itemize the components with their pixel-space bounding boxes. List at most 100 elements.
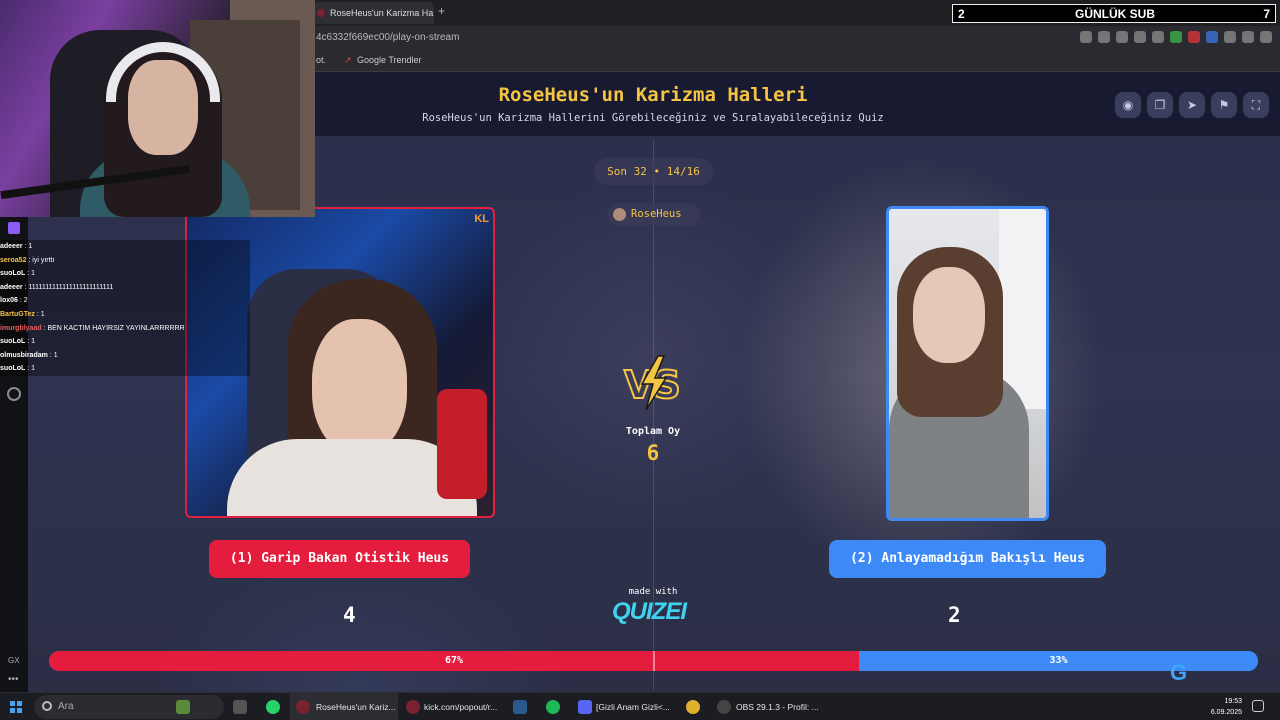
task-view-icon[interactable] <box>233 700 247 714</box>
settings-icon[interactable] <box>7 387 21 401</box>
chat-username[interactable]: BartuGTez <box>0 311 35 318</box>
chat-text: : 1 <box>36 310 45 318</box>
system-clock[interactable]: 19:53 6.09.2025 <box>1211 696 1242 718</box>
chat-username[interactable]: olmusbiradam <box>0 352 48 359</box>
right-vote-count: 2 <box>948 603 961 627</box>
taskbar-item-opera-quiz[interactable]: RoseHeus'un Kariz... <box>290 693 398 720</box>
chat-text: : 2 <box>19 297 28 305</box>
fullscreen-icon[interactable]: ⛶ <box>1243 92 1269 118</box>
tab-title: RoseHeus'un Karizma Ha <box>330 8 434 18</box>
shield-icon[interactable] <box>1116 31 1128 43</box>
browser-tab[interactable]: RoseHeus'un Karizma Ha <box>312 2 434 24</box>
total-votes-label: Toplam Oy <box>625 426 681 437</box>
chat-username[interactable]: lox06 <box>0 297 18 304</box>
taskbar-item-label: RoseHeus'un Kariz... <box>316 702 396 712</box>
logitech-g-logo: G <box>1170 660 1188 685</box>
bookmark-truncated[interactable]: ot. <box>316 55 326 65</box>
taskbar-item-label: kick.com/popout/r... <box>424 702 498 712</box>
chat-username[interactable]: suoLoL <box>0 270 25 277</box>
chat-username[interactable]: adeeer <box>0 243 23 250</box>
total-votes-value: 6 <box>646 441 660 465</box>
browser-toolbar <box>1080 31 1272 43</box>
more-icon[interactable]: ••• <box>8 674 19 685</box>
chat-username[interactable]: adeeer <box>0 284 23 291</box>
contestant-right-image[interactable] <box>886 206 1049 521</box>
url-field[interactable]: 4c6332f669ec00/play-on-stream <box>316 32 459 43</box>
chat-username[interactable]: suoLoL <box>0 338 25 345</box>
made-with-label: made with <box>628 587 678 597</box>
quizei-logo[interactable]: QUIZEI <box>612 598 687 626</box>
author-badge[interactable]: RoseHeus <box>607 203 700 226</box>
chat-username[interactable]: suoLoL <box>0 365 25 372</box>
bird-widget-icon[interactable] <box>176 700 190 714</box>
taskbar-item-obs[interactable]: OBS 29.1.3 - Profil: ... <box>712 693 819 720</box>
chat-message: adeeer : 1 <box>0 240 250 254</box>
chat-message: seroa52 : iyi yırttı <box>0 254 250 268</box>
chat-message: olmusbiradam : 1 <box>0 349 250 363</box>
spotify-icon[interactable] <box>546 700 560 714</box>
opera-icon <box>317 9 325 17</box>
heart-icon[interactable] <box>1152 31 1164 43</box>
send-icon[interactable]: ➤ <box>1179 92 1205 118</box>
discord-icon <box>578 700 592 714</box>
trend-icon: ↗ <box>344 55 352 65</box>
chat-text: : iyi yırttı <box>28 256 55 264</box>
progress-midline <box>653 651 655 671</box>
chat-username[interactable]: imurgblyaad <box>0 325 42 332</box>
search-icon <box>42 701 52 711</box>
new-tab-icon[interactable]: + <box>438 4 445 18</box>
chat-text: : BEN KACTIM HAYIRSIZ YAYINLARRRRRR <box>43 324 185 332</box>
taskbar-item-discord[interactable]: [Gizli Anam Gizli<... <box>572 693 677 720</box>
whatsapp-icon[interactable] <box>266 700 280 714</box>
download-icon[interactable] <box>1242 31 1254 43</box>
search-placeholder: Ara <box>58 701 74 712</box>
flag-icon[interactable]: ⚑ <box>1211 92 1237 118</box>
chat-username[interactable]: seroa52 <box>0 257 26 264</box>
left-vote-count: 4 <box>343 603 356 627</box>
screenshot-icon[interactable] <box>1098 31 1110 43</box>
bookmark-google-trends[interactable]: Google Trendler <box>357 55 422 65</box>
author-name: RoseHeus <box>631 208 682 220</box>
extension-icon[interactable] <box>1224 31 1236 43</box>
card-logo: KL <box>474 213 489 225</box>
chat-message: adeeer : 1111111111111111111111111 <box>0 281 250 295</box>
chat-message: imurgblyaad : BEN KACTIM HAYIRSIZ YAYINL… <box>0 322 250 336</box>
steam-icon[interactable] <box>513 700 527 714</box>
notification-icon[interactable] <box>1252 700 1264 712</box>
chrome-icon[interactable] <box>686 700 700 714</box>
clock-date: 6.09.2025 <box>1210 709 1242 716</box>
chat-text: : 1 <box>27 338 36 346</box>
menu-icon[interactable] <box>1260 31 1272 43</box>
daily-sub-counter: 2 GÜNLÜK SUB 7 <box>952 4 1276 23</box>
sub-title: GÜNLÜK SUB <box>1075 7 1155 21</box>
vote-left-button[interactable]: (1) Garip Bakan Otistik Heus <box>209 540 470 578</box>
opera-icon <box>406 700 420 714</box>
eye-icon[interactable]: ◉ <box>1115 92 1141 118</box>
chat-message: lox06 : 2 <box>0 294 250 308</box>
author-avatar <box>613 208 626 221</box>
chat-text: : 1 <box>27 270 36 278</box>
taskbar-item-kick[interactable]: kick.com/popout/r... <box>400 693 505 720</box>
chat-message: suoLoL : 1 <box>0 267 250 281</box>
twitch-icon[interactable] <box>8 222 20 234</box>
taskbar-item-label: [Gizli Anam Gizli<... <box>596 702 670 712</box>
chat-message: suoLoL : 1 <box>0 335 250 349</box>
obs-icon <box>717 700 731 714</box>
play-icon[interactable] <box>1134 31 1146 43</box>
extension-icon[interactable] <box>1170 31 1182 43</box>
windows-start-icon[interactable] <box>10 701 22 713</box>
copy-icon[interactable]: ❐ <box>1147 92 1173 118</box>
pin-icon[interactable] <box>1080 31 1092 43</box>
extension-icon[interactable] <box>1188 31 1200 43</box>
taskbar-search[interactable]: Ara <box>34 695 224 719</box>
taskbar-item-label: OBS 29.1.3 - Profil: ... <box>736 702 819 712</box>
chat-message: suoLoL : 1 <box>0 362 250 376</box>
clock-time: 19:53 <box>1224 698 1242 705</box>
vote-right-button[interactable]: (2) Anlayamadığım Bakışlı Heus <box>829 540 1106 578</box>
left-share-fill: 67% <box>49 651 859 671</box>
gx-label[interactable]: GX <box>8 656 20 665</box>
extension-icon[interactable] <box>1206 31 1218 43</box>
vs-icon: VS <box>623 355 682 411</box>
webcam-overlay <box>0 0 315 217</box>
chat-message: BartuGTez : 1 <box>0 308 250 322</box>
